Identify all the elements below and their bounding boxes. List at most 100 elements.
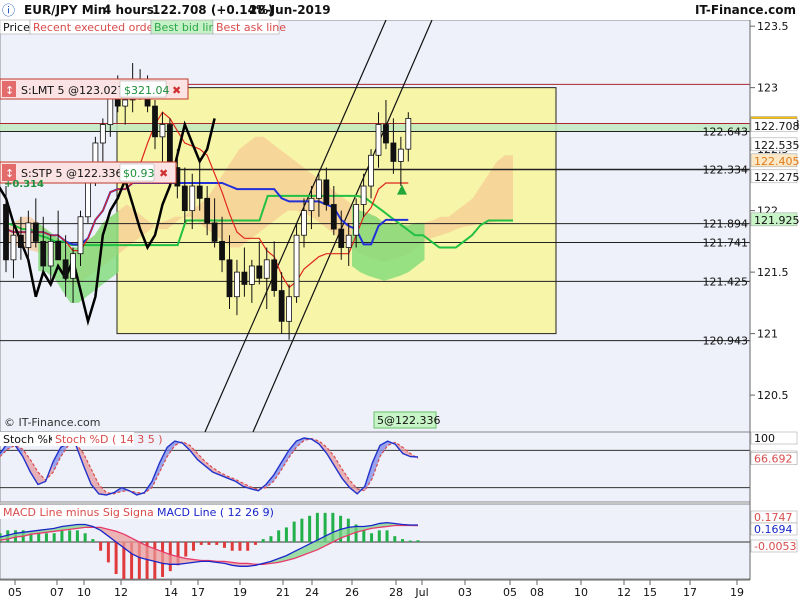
candle[interactable] xyxy=(315,179,322,199)
candle[interactable] xyxy=(368,154,374,187)
x-tick-label: 24 xyxy=(305,586,319,599)
header-interval: 4 hours xyxy=(103,3,154,17)
candle[interactable] xyxy=(77,216,84,255)
candle[interactable] xyxy=(301,210,307,236)
candle[interactable] xyxy=(55,240,62,261)
x-tick-label: 12 xyxy=(617,586,631,599)
level-label: 121.741 xyxy=(703,236,749,249)
x-tick-label: 08 xyxy=(530,586,544,599)
price-tag-label: 122.708 xyxy=(754,120,800,133)
legend-best-bid[interactable]: Best bid line xyxy=(154,21,222,34)
level-label: 122.643 xyxy=(703,126,749,139)
macd-histogram-bar xyxy=(207,542,211,545)
legend-price[interactable]: Price xyxy=(3,21,30,34)
candle[interactable] xyxy=(271,259,278,291)
macd-histogram-bar xyxy=(246,542,250,551)
candle[interactable] xyxy=(234,271,240,298)
x-tick-label: 14 xyxy=(164,586,178,599)
x-tick-label: 07 xyxy=(50,586,64,599)
candle[interactable] xyxy=(152,105,158,138)
candle[interactable] xyxy=(360,185,367,205)
stoch-d-label: Stoch %D ( 14 3 5 ) xyxy=(55,433,163,446)
close-icon[interactable]: ✖ xyxy=(172,84,181,97)
candle[interactable] xyxy=(25,222,32,248)
candle[interactable] xyxy=(375,124,382,156)
macd-histogram-bar xyxy=(308,515,312,542)
candle[interactable] xyxy=(397,148,404,162)
candle[interactable] xyxy=(390,142,397,162)
buy-arrow-icon: ▲ xyxy=(397,182,407,197)
macd-histogram-bar xyxy=(261,539,265,542)
stop-order-pnl: $0.93 xyxy=(123,167,155,180)
x-tick-label: 28 xyxy=(389,586,403,599)
candle[interactable] xyxy=(189,185,196,212)
candle[interactable] xyxy=(338,228,345,248)
candle[interactable] xyxy=(405,117,412,150)
legend-best-ask[interactable]: Best ask line xyxy=(216,21,286,34)
candle[interactable] xyxy=(17,234,24,248)
macd-histogram-bar xyxy=(37,533,41,542)
candle[interactable] xyxy=(85,179,91,218)
macd-line-label: MACD Line ( 12 26 9) xyxy=(157,506,274,519)
candle[interactable] xyxy=(181,185,188,212)
candle[interactable] xyxy=(70,253,76,279)
legend-recent-orders[interactable]: Recent executed orders xyxy=(33,21,164,34)
candle[interactable] xyxy=(219,240,225,261)
macd-histogram-bar xyxy=(199,542,203,545)
candle[interactable] xyxy=(308,197,315,212)
x-tick-label: 12 xyxy=(114,586,128,599)
candle[interactable] xyxy=(286,296,293,322)
candle[interactable] xyxy=(3,204,9,261)
macd-histogram-bar xyxy=(99,542,103,551)
candle[interactable] xyxy=(293,234,300,298)
candle[interactable] xyxy=(256,265,263,279)
price-tag-label: 121.925 xyxy=(754,214,800,227)
limit-order-ticket[interactable]: ↕ S:LMT 5 @123.027 $321.04 ✖ xyxy=(0,78,189,100)
candle[interactable] xyxy=(32,222,39,242)
stoch-tag-label: 100 xyxy=(754,432,775,445)
macd-tag-label: -0.0053 xyxy=(754,540,796,553)
limit-order-label: S:LMT 5 @123.027 xyxy=(21,84,125,97)
candle[interactable] xyxy=(99,124,106,144)
candle[interactable] xyxy=(278,290,285,322)
close-icon[interactable]: ✖ xyxy=(159,167,168,180)
candle[interactable] xyxy=(345,234,352,248)
x-tick-label: 05 xyxy=(503,586,517,599)
macd-histogram-bar xyxy=(315,512,319,542)
trading-chart[interactable]: 123.5123122.5122121.5121120.5122.708122.… xyxy=(0,0,800,600)
candle[interactable] xyxy=(263,259,270,279)
y-tick-label: 121 xyxy=(757,328,778,341)
candle[interactable] xyxy=(122,99,129,107)
candle[interactable] xyxy=(204,197,211,224)
candle[interactable] xyxy=(383,124,389,144)
candle[interactable] xyxy=(166,124,173,168)
candle[interactable] xyxy=(323,179,330,205)
x-tick-label: 19 xyxy=(233,586,247,599)
candle[interactable] xyxy=(353,204,360,236)
candle[interactable] xyxy=(226,259,233,298)
candle[interactable] xyxy=(10,234,17,261)
candle[interactable] xyxy=(159,124,166,138)
macd-histogram-bar xyxy=(68,530,72,542)
candle[interactable] xyxy=(211,222,218,242)
macd-histogram-bar xyxy=(215,542,219,545)
level-label: 122.334 xyxy=(703,164,749,177)
position-marker[interactable]: 5@122.336 xyxy=(373,411,441,429)
chart-canvas[interactable]: 123.5123122.5122121.5121120.5122.708122.… xyxy=(0,0,800,600)
drag-handle-icon[interactable]: ↕ xyxy=(5,84,14,97)
macd-histogram-bar xyxy=(401,539,405,542)
legend-row: Price Recent executed orders Best bid li… xyxy=(0,19,286,35)
candle[interactable] xyxy=(196,185,203,199)
info-icon[interactable]: ⓘ xyxy=(2,4,15,19)
macd-histogram-bar xyxy=(75,530,79,542)
macd-histogram-bar xyxy=(269,536,273,542)
candle[interactable] xyxy=(40,240,47,267)
candle[interactable] xyxy=(248,265,255,285)
macd-histogram-bar xyxy=(370,533,374,542)
x-tick-label: 17 xyxy=(191,586,205,599)
candle[interactable] xyxy=(62,259,69,279)
candle[interactable] xyxy=(330,204,337,230)
candle[interactable] xyxy=(47,240,54,267)
macd-hist-label: MACD Line minus Signal xyxy=(3,506,137,519)
candle[interactable] xyxy=(241,271,248,285)
